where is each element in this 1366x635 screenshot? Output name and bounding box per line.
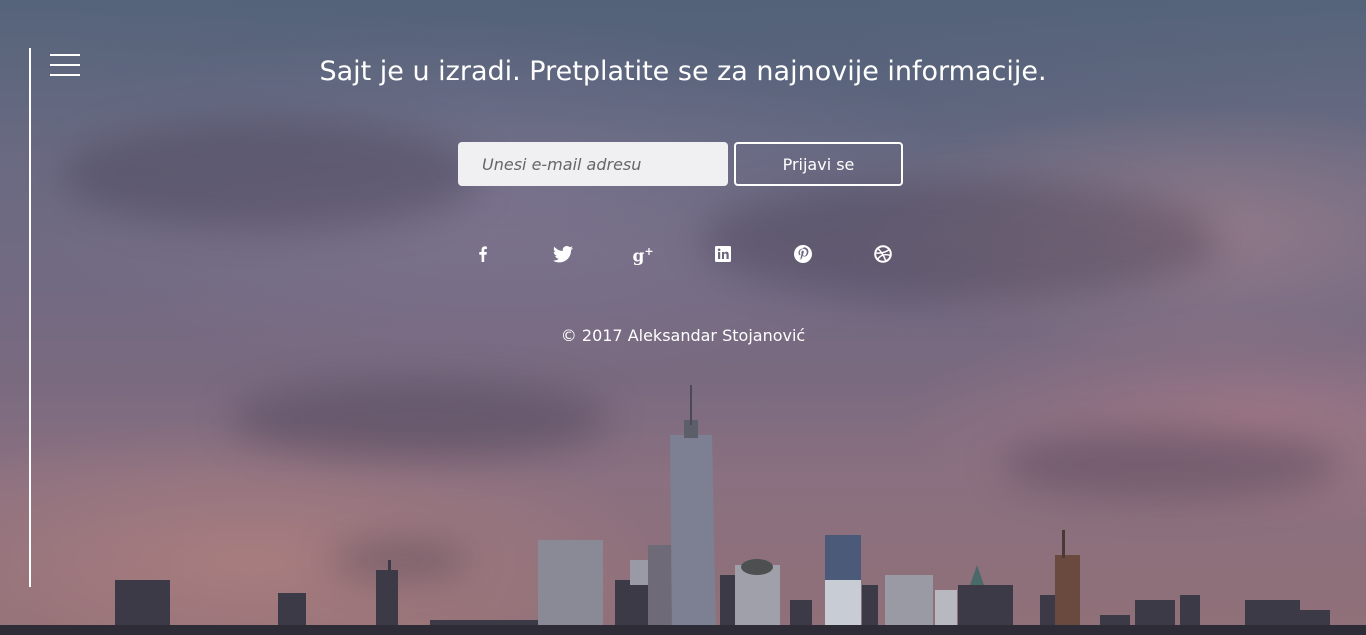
sidebar-divider [29, 48, 31, 587]
facebook-icon[interactable] [473, 244, 493, 264]
city-skyline-image [0, 385, 1366, 635]
cloud-decoration [700, 180, 1220, 300]
pinterest-icon[interactable] [793, 244, 813, 264]
cloud-decoration [60, 120, 480, 230]
copyright-text: © 2017 Aleksandar Stojanović [560, 326, 806, 345]
google-plus-icon[interactable]: g+ [632, 244, 653, 267]
twitter-icon[interactable] [553, 244, 573, 264]
background-hero: Sajt je u izradi. Pretplatite se za najn… [0, 0, 1366, 635]
linkedin-icon[interactable] [713, 244, 733, 264]
page-headline: Sajt je u izradi. Pretplatite se za najn… [319, 56, 1047, 87]
dribbble-icon[interactable] [873, 244, 893, 264]
subscribe-form: Prijavi se [458, 142, 903, 186]
email-input[interactable] [458, 142, 728, 186]
subscribe-button[interactable]: Prijavi se [734, 142, 903, 186]
social-links: g+ [479, 244, 892, 267]
